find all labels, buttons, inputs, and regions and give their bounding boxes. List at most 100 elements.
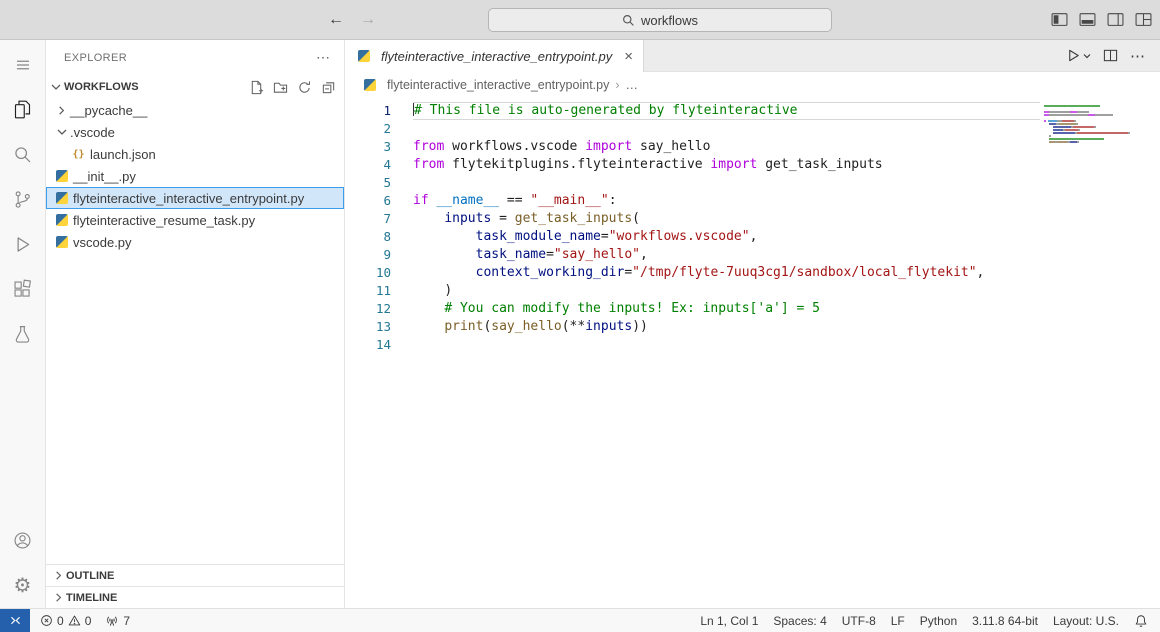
tab-flyteinteractive-entrypoint[interactable]: flyteinteractive_interactive_entrypoint.… [345,40,644,72]
refresh-icon[interactable] [297,80,312,95]
collapse-all-icon[interactable] [321,80,336,95]
account-icon[interactable] [0,518,46,563]
breadcrumb-file[interactable]: flyteinteractive_interactive_entrypoint.… [387,78,609,92]
remote-indicator[interactable] [0,609,30,632]
line-content: if __name__ == "__main__": [413,192,1040,210]
python-file-icon [53,190,70,206]
minimap[interactable] [1044,104,1134,146]
breadcrumb-more[interactable]: … [626,78,639,92]
tree-item-vscode.py[interactable]: vscode.py [46,231,344,253]
line-number: 11 [345,282,391,300]
encoding-status[interactable]: UTF-8 [842,614,876,628]
chevron-right-icon [50,591,66,604]
line-number: 13 [345,318,391,336]
run-debug-icon[interactable] [0,222,46,267]
timeline-section[interactable]: TIMELINE [46,586,344,608]
tree-item-label: __pycache__ [70,103,147,118]
breadcrumb[interactable]: flyteinteractive_interactive_entrypoint.… [345,72,1160,98]
testing-flask-icon[interactable] [0,312,46,357]
code-line-9[interactable]: 9 task_name="say_hello", [345,246,1160,264]
code-line-4[interactable]: 4from flytekitplugins.flyteinteractive i… [345,156,1160,174]
tree-item-label: .vscode [70,125,115,140]
language-mode-status[interactable]: Python [920,614,957,628]
tree-item-label: __init__.py [73,169,136,184]
section-title: WORKFLOWS [64,81,139,93]
code-line-14[interactable]: 14 [345,336,1160,354]
eol-status[interactable]: LF [891,614,905,628]
indentation-status[interactable]: Spaces: 4 [773,614,826,628]
code-line-8[interactable]: 8 task_module_name="workflows.vscode", [345,228,1160,246]
line-number: 3 [345,138,391,156]
extensions-icon[interactable] [0,267,46,312]
line-number: 5 [345,174,391,192]
keyboard-layout-status[interactable]: Layout: U.S. [1053,614,1119,628]
tree-item-flyteinteractive_resume_task.py[interactable]: flyteinteractive_resume_task.py [46,209,344,231]
close-icon[interactable]: × [618,48,633,65]
back-icon[interactable]: ← [328,11,344,29]
code-line-3[interactable]: 3 from workflows.vscode import say_hello [345,138,1160,156]
tree-item-__pycache__[interactable]: __pycache__ [46,99,344,121]
code-line-6[interactable]: 6 if __name__ == "__main__": [345,192,1160,210]
line-number: 7 [345,210,391,228]
code-line-5[interactable]: 5 [345,174,1160,192]
code-line-12[interactable]: 12 # You can modify the inputs! Ex: inpu… [345,300,1160,318]
customize-layout-icon[interactable] [1135,11,1152,28]
forward-icon[interactable]: → [360,11,376,29]
line-content: # You can modify the inputs! Ex: inputs[… [413,300,1040,318]
line-content: from workflows.vscode import say_hello [413,138,1040,156]
code-line-11[interactable]: 11 ) [345,282,1160,300]
toggle-panel-icon[interactable] [1079,11,1096,28]
warning-count: 0 [85,614,92,628]
code-line-7[interactable]: 7 inputs = get_task_inputs( [345,210,1160,228]
line-number: 14 [345,336,391,354]
search-value: workflows [641,13,698,28]
line-content: task_name="say_hello", [413,246,1040,264]
search-icon [622,14,635,27]
sidebar-more-actions-icon[interactable]: ⋯ [316,49,330,66]
line-content [413,336,1040,354]
command-center-search[interactable]: workflows [488,8,832,32]
workflows-section-header[interactable]: WORKFLOWS [46,75,344,99]
explorer-files-icon[interactable] [0,87,46,132]
toggle-primary-sidebar-icon[interactable] [1051,11,1068,28]
editor-group: flyteinteractive_interactive_entrypoint.… [345,40,1160,608]
run-python-file-button[interactable] [1066,48,1091,63]
python-file-icon [53,234,70,250]
new-file-icon[interactable] [249,80,264,95]
toggle-secondary-sidebar-icon[interactable] [1107,11,1124,28]
settings-gear-icon[interactable]: ⚙ [0,563,46,608]
chevron-down-icon [53,125,70,139]
line-number: 4 [345,156,391,174]
tree-item-__init__.py[interactable]: __init__.py [46,165,344,187]
explorer-sidebar: EXPLORER ⋯ WORKFLOWS [46,40,345,608]
line-content: ) [413,282,1040,300]
status-bar: 0 0 7 Ln 1, Col 1 Spaces: 4 UTF-8 LF Pyt… [0,608,1160,632]
code-line-1[interactable]: 1# This file is auto-generated by flytei… [345,102,1160,120]
line-number: 6 [345,192,391,210]
line-number: 8 [345,228,391,246]
tree-item-flyteinteractive_interactive_entrypoint.py[interactable]: flyteinteractive_interactive_entrypoint.… [46,187,344,209]
tree-item-.vscode[interactable]: .vscode [46,121,344,143]
cursor-position-status[interactable]: Ln 1, Col 1 [700,614,758,628]
tree-item-label: flyteinteractive_interactive_entrypoint.… [73,191,304,206]
new-folder-icon[interactable] [273,80,288,95]
breadcrumb-separator: › [615,78,619,92]
error-icon [40,614,53,627]
notifications-bell-icon[interactable] [1134,614,1148,628]
outline-section[interactable]: OUTLINE [46,564,344,586]
code-line-2[interactable]: 2 [345,120,1160,138]
chevron-down-icon [48,80,64,94]
source-control-icon[interactable] [0,177,46,222]
search-sidebar-icon[interactable] [0,132,46,177]
line-number: 12 [345,300,391,318]
code-line-10[interactable]: 10 context_working_dir="/tmp/flyte-7uuq3… [345,264,1160,282]
ports-status[interactable]: 7 [105,614,130,628]
code-line-13[interactable]: 13 print(say_hello(**inputs)) [345,318,1160,336]
split-editor-icon[interactable] [1103,48,1118,63]
problems-status[interactable]: 0 0 [40,614,91,628]
tree-item-launch.json[interactable]: {}launch.json [46,143,344,165]
menu-icon[interactable] [0,42,46,87]
python-interpreter-status[interactable]: 3.11.8 64-bit [972,614,1038,628]
code-editor[interactable]: 1# This file is auto-generated by flytei… [345,98,1160,608]
editor-more-actions-icon[interactable]: ⋯ [1130,47,1146,65]
